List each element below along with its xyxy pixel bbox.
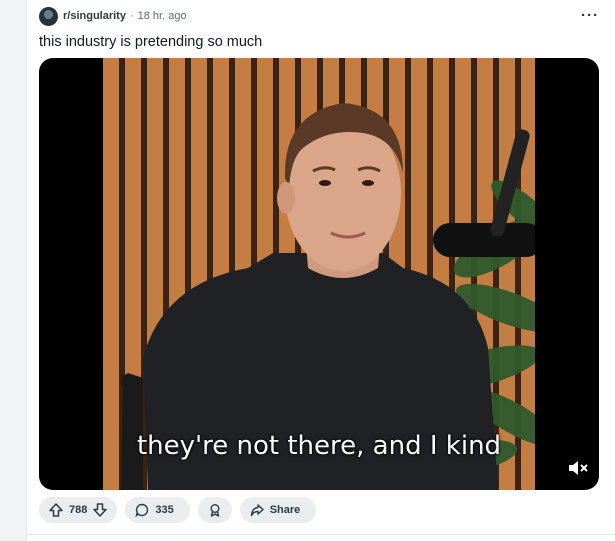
share-label: Share [269,504,301,516]
video-player[interactable]: they're not there, and I kind [39,58,599,490]
mute-icon[interactable] [567,458,589,478]
comment-icon [135,503,149,517]
subreddit-link[interactable]: r/singularity [63,10,126,22]
post-meta: r/singularity · 18 hr. ago [39,6,187,26]
post-age: 18 hr. ago [137,10,187,22]
comments-button[interactable]: 335 [125,497,190,523]
comment-count: 335 [155,504,174,516]
video-frame [103,58,535,490]
post-actions: 788 335 Share [39,497,317,523]
award-button[interactable] [197,497,232,523]
vote-count: 788 [69,504,88,516]
more-options-icon[interactable]: ··· [581,7,599,24]
upvote-icon[interactable] [49,503,63,517]
post-divider [26,534,615,535]
downvote-icon[interactable] [93,503,108,517]
meta-separator: · [129,10,134,22]
post-title[interactable]: this industry is pretending so much [39,34,262,50]
subreddit-avatar-icon[interactable] [39,6,58,26]
video-caption: they're not there, and I kind [136,431,502,461]
award-icon [208,503,222,517]
left-rail [0,0,27,541]
share-button[interactable]: Share [239,497,317,523]
share-icon [250,503,264,517]
vote-control: 788 [39,497,118,523]
post-card: r/singularity · 18 hr. ago ··· this indu… [26,0,615,541]
